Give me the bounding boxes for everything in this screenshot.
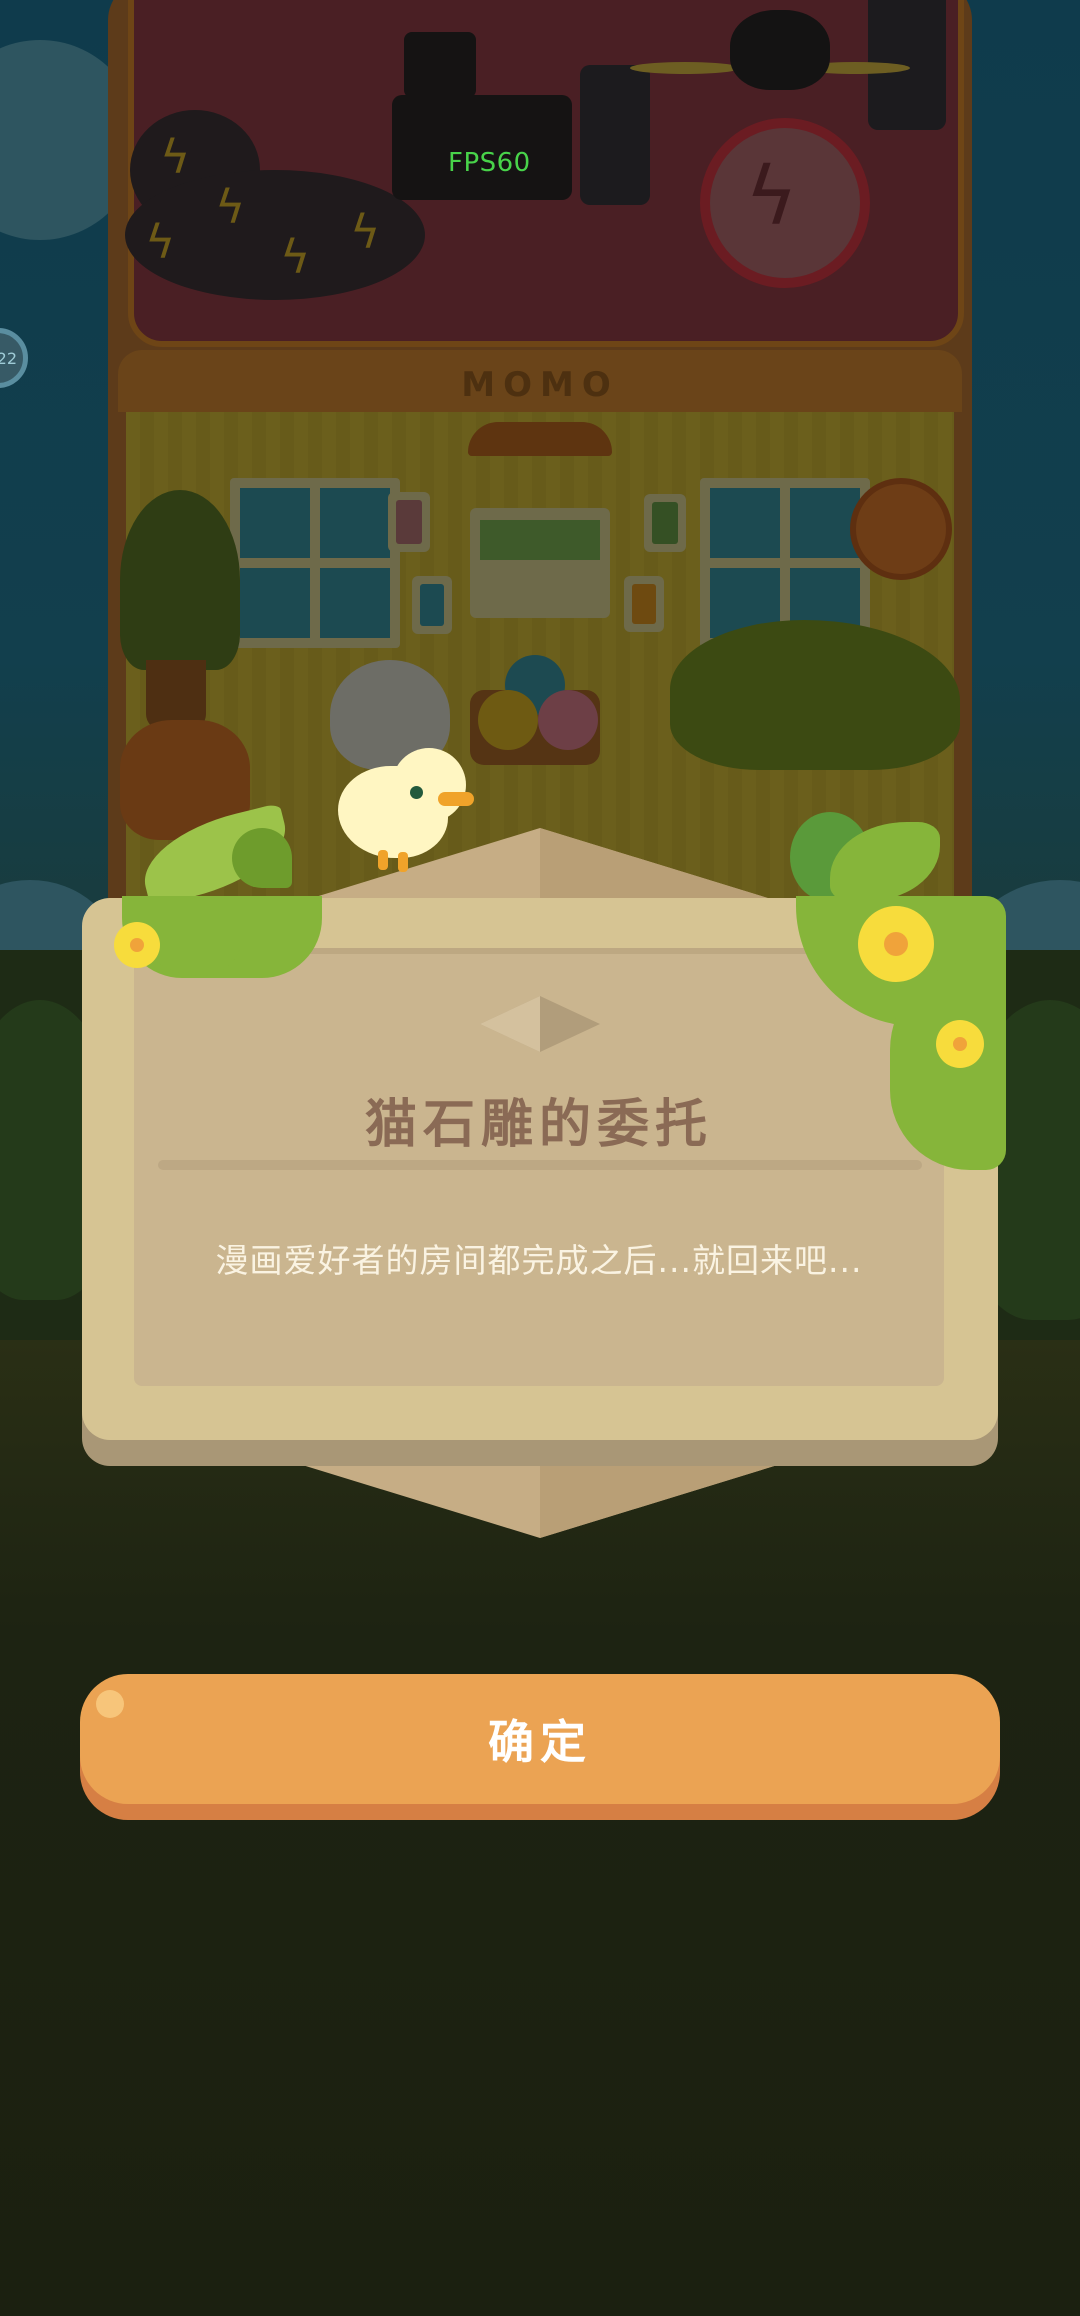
fps-counter: FPS60 [448,148,531,178]
lightning-icon: ϟ [145,215,176,269]
window [230,478,400,648]
lightning-icon: ϟ [350,205,381,259]
duck-head [392,748,466,822]
title-divider [158,1160,922,1170]
duck-eye [410,786,423,799]
leaf-decoration [232,828,292,888]
flower-center [884,932,908,956]
flower-center [953,1037,967,1051]
duck-leg [398,852,408,872]
lightning-icon: ϟ [160,130,191,184]
room-sign: MOMO [461,365,619,405]
yarn-ball [538,690,598,750]
wall-picture [624,576,664,632]
duck-leg [378,850,388,870]
wall-picture [388,492,430,552]
wall-picture [412,576,452,634]
game-screen: ϟ ϟ ϟ ϟ ϟ FPS60 ϟ 22 MOMO 猫石雕的委托 漫画爱好者的房… [0,0,1080,2316]
button-highlight-dot [96,1690,124,1718]
radio-handle [404,32,476,98]
confirm-button[interactable]: 确定 [80,1674,1000,1804]
lightning-icon: ϟ [280,230,311,284]
cymbal [630,62,740,74]
dialog-title: 猫石雕的委托 [364,1095,713,1155]
yarn-ball [478,690,538,750]
lightning-icon: ϟ [215,180,246,234]
potted-plant [120,490,240,670]
wall-picture [644,494,686,552]
drum-lightning-icon: ϟ [745,150,798,243]
speaker [580,65,650,205]
dialog-message: 漫画爱好者的房间都完成之后...就回来吧... [215,1241,863,1280]
wall-calendar [470,508,610,618]
flower-center [130,938,144,952]
wall-clock [850,478,952,580]
black-cat-drummer [730,10,830,90]
ceiling-lamp [468,422,612,456]
duck-beak [438,792,474,806]
